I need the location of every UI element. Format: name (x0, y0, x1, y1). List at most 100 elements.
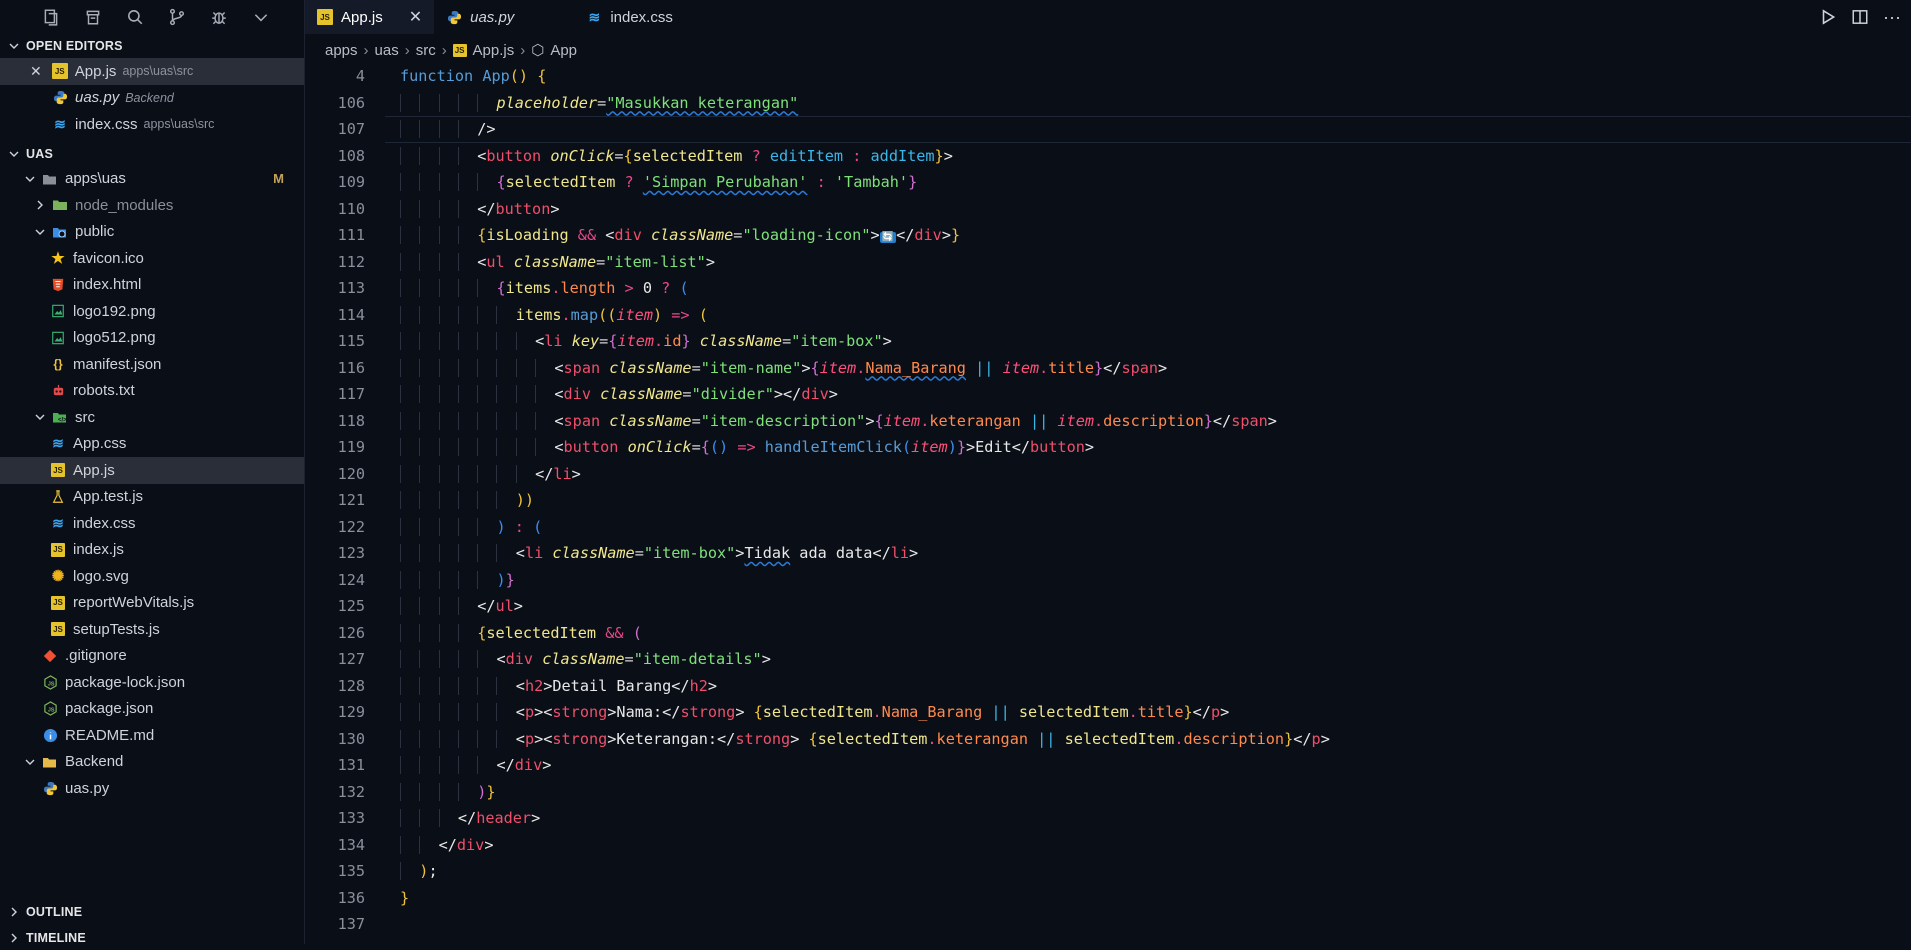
indent-guide (438, 226, 458, 244)
tree-file[interactable]: .gitignore (0, 643, 304, 670)
code-token: h2 (524, 676, 544, 695)
tree-folder[interactable]: apps\uas M (0, 166, 304, 193)
tree-file[interactable]: ★ favicon.ico (0, 245, 304, 272)
timeline-header[interactable]: TIMELINE (0, 926, 311, 950)
tree-file[interactable]: ≋ App.css (0, 431, 304, 458)
indent-guide (438, 729, 458, 748)
tree-file[interactable]: JS index.js (0, 537, 304, 564)
folder-open-icon (52, 224, 68, 240)
tree-file[interactable]: App.test.js (0, 484, 304, 511)
code-token: "item-box" (791, 332, 883, 350)
tree-file[interactable]: JS reportWebVitals.js (0, 590, 304, 617)
tree-file[interactable]: JS package.json (0, 696, 304, 723)
code-text: function App() { (365, 63, 546, 90)
git-file-icon (42, 648, 58, 664)
code-line: 129 <p><strong>Nama:</strong> {selectedI… (305, 699, 1911, 726)
code-token: . (1128, 703, 1138, 721)
breadcrumb-item[interactable]: App (550, 42, 577, 59)
line-number: 4 (355, 67, 365, 85)
code-token: : (816, 173, 826, 191)
tree-folder[interactable]: </> src (0, 404, 304, 431)
tree-item-label: logo512.png (73, 329, 156, 347)
breadcrumb-item[interactable]: src (416, 42, 436, 59)
outline-header[interactable]: OUTLINE (0, 900, 311, 924)
tree-folder[interactable]: public (0, 219, 304, 246)
open-editor-index-css[interactable]: ≋ index.css apps\uas\src (0, 111, 304, 138)
tree-file[interactable]: logo512.png (0, 325, 304, 352)
debug-icon[interactable] (198, 0, 240, 34)
code-token: < (515, 544, 525, 562)
code-token: keterangan (936, 729, 1028, 748)
code-token: onClick (550, 146, 615, 165)
code-token: < (554, 438, 564, 456)
tree-file[interactable]: logo192.png (0, 298, 304, 325)
line-number: 138 (305, 938, 365, 945)
tab-app-js[interactable]: JS App.js ✕ (305, 0, 435, 34)
workspace-header[interactable]: UAS (0, 142, 304, 166)
tree-file[interactable]: JS package-lock.json (0, 669, 304, 696)
tree-folder[interactable]: node_modules (0, 192, 304, 219)
open-editor-app-js[interactable]: ✕ JS App.js apps\uas\src (0, 58, 304, 85)
breadcrumb-item[interactable]: apps (325, 42, 358, 59)
tree-file[interactable]: uas.py (0, 775, 304, 802)
python-file-icon (52, 90, 68, 106)
code-token: strong (680, 703, 736, 721)
close-icon[interactable]: ✕ (409, 7, 422, 27)
code-token: p (1311, 729, 1321, 748)
code-token: } (950, 226, 961, 244)
line-number: 134 (337, 835, 365, 854)
code-token: span (1231, 411, 1268, 430)
tree-file[interactable]: ≋ index.css (0, 510, 304, 537)
open-editors-header[interactable]: OPEN EDITORS (0, 34, 304, 58)
code-token: "loading-icon" (742, 226, 871, 244)
indent-guide (419, 120, 439, 138)
indent-guide (438, 358, 458, 377)
code-line: 134 </div> (305, 832, 1911, 859)
tree-file[interactable]: JS App.js (0, 457, 304, 484)
tab-label: uas.py (470, 8, 515, 26)
indent-guide (515, 358, 536, 377)
tree-file[interactable]: ✺ logo.svg (0, 563, 304, 590)
code-token: > (571, 464, 581, 483)
tree-folder[interactable]: Backend (0, 749, 304, 776)
code-token: > (542, 756, 552, 774)
indent-guide (438, 411, 458, 430)
split-editor-icon[interactable] (1851, 8, 1869, 26)
code-line: 115 <li key={item.id} className="item-bo… (305, 328, 1911, 355)
code-token: < (477, 252, 487, 271)
tree-file[interactable]: index.html (0, 272, 304, 299)
code-token: 0 (642, 279, 653, 297)
code-token: selectedItem (817, 729, 928, 748)
code-token: className (651, 226, 734, 244)
chevron-right-icon: › (404, 41, 410, 59)
tree-file[interactable]: {} manifest.json (0, 351, 304, 378)
tree-item-label: robots.txt (73, 382, 135, 400)
open-editor-uas-py[interactable]: uas.py Backend (0, 85, 304, 112)
tab-uas-py[interactable]: uas.py (434, 0, 574, 34)
tree-file[interactable]: robots.txt (0, 378, 304, 405)
indent-guide (438, 199, 458, 218)
code-token: > (707, 676, 718, 695)
breadcrumb-item[interactable]: App.js (473, 42, 515, 59)
branch-icon[interactable] (156, 0, 198, 34)
breadcrumb-item[interactable]: uas (375, 42, 399, 59)
code-line: 106 placeholder="Masukkan keterangan" (305, 90, 1911, 117)
tree-file[interactable]: JS setupTests.js (0, 616, 304, 643)
more-actions-icon[interactable]: ··· (1883, 8, 1901, 26)
chevron-down-icon[interactable] (240, 0, 282, 34)
code-token: = (614, 146, 624, 165)
code-editor[interactable]: 4 function App() {106 placeholder="Masukk… (305, 63, 1911, 944)
files-icon[interactable] (30, 0, 72, 34)
indent-guide (400, 252, 420, 271)
search-icon[interactable] (114, 0, 156, 34)
close-icon[interactable]: ✕ (30, 63, 42, 80)
tree-file[interactable]: README.md (0, 722, 304, 749)
run-icon[interactable] (1819, 8, 1837, 26)
code-token: </ (872, 544, 891, 562)
indent-guide (419, 93, 439, 112)
code-token: < (515, 676, 525, 695)
editor-area: JS App.js ✕ uas.py ≋ index.css ··· apps … (305, 0, 1911, 944)
source-control-icon[interactable] (72, 0, 114, 34)
code-token: = (596, 252, 606, 271)
tab-index-css[interactable]: ≋ index.css (574, 0, 685, 34)
